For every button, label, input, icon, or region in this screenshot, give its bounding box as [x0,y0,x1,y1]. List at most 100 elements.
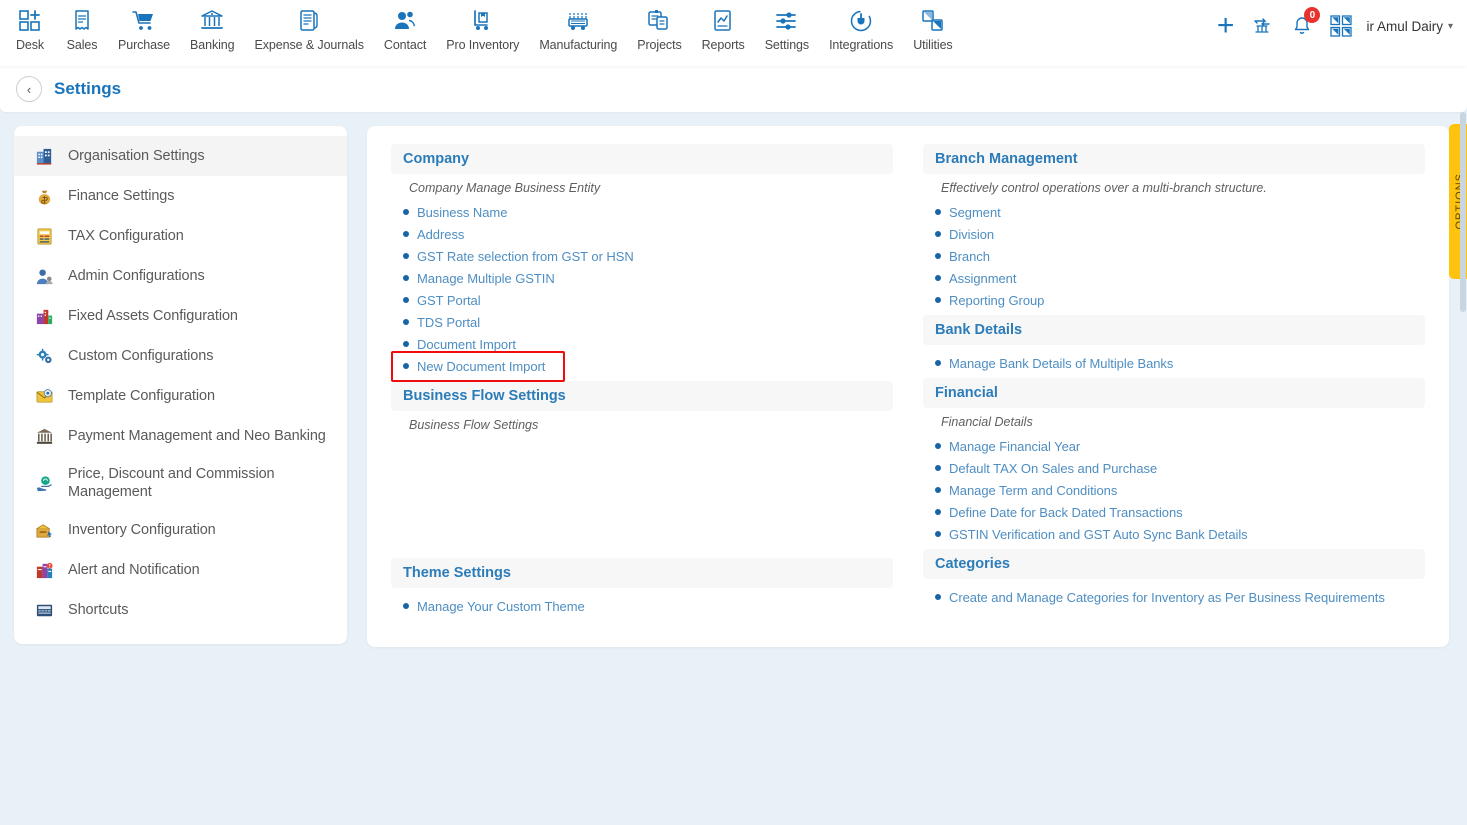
bank-transfer-button[interactable] [1250,14,1274,38]
gears-icon [34,346,54,366]
top-navigation-bar: Desk Sales Purchase Banking Expense & Journa… [0,0,1467,66]
receipt-icon [69,7,95,35]
settings-link[interactable]: Create and Manage Categories for Invento… [935,586,1425,608]
settings-link[interactable]: Manage Financial Year [935,435,1425,457]
page-title: Settings [54,79,122,98]
factory-machine-icon [565,7,591,35]
settings-section-business-flow-settings: Business Flow Settings Business Flow Sett… [391,381,893,554]
nav-item-expense-journals[interactable]: Expense & Journals [245,0,374,52]
settings-link[interactable]: Manage Your Custom Theme [403,595,893,617]
sidebar-item-organisation-settings[interactable]: Organisation Settings [14,136,347,176]
nav-item-projects[interactable]: Projects [627,0,691,52]
sidebar-item-label: Finance Settings [68,187,175,204]
bank-classical-icon [36,428,52,444]
nav-item-label: Integrations [829,38,894,52]
content-left-column: Company Company Manage Business Entity Bus… [391,144,893,621]
add-button[interactable]: + [1217,11,1235,41]
sidebar-item-tax-configuration[interactable]: TAX Configuration [14,216,347,256]
sidebar-item-payment-management-and-neo-banking[interactable]: Payment Management and Neo Banking [14,416,347,456]
shortcuts-keyboard-icon [34,600,54,620]
settings-link[interactable]: TDS Portal [403,311,893,333]
settings-link-label: GST Portal [417,292,481,308]
settings-link[interactable]: Address [403,223,893,245]
sidebar-item-finance-settings[interactable]: Finance Settings [14,176,347,216]
organisation-building-icon [34,146,54,166]
settings-link[interactable]: Manage Term and Conditions [935,479,1425,501]
settings-link-label: Reporting Group [949,292,1045,308]
settings-link-label: Division [949,226,995,242]
nav-item-pro-inventory[interactable]: Pro Inventory [436,0,529,52]
notifications-button[interactable]: 0 [1290,7,1321,38]
settings-link-label: GST Rate selection from GST or HSN [417,248,634,264]
settings-link[interactable]: Business Name [403,201,893,223]
organisation-switcher[interactable]: ir Amul Dairy ▾ [1366,19,1453,34]
nav-item-sales[interactable]: Sales [56,0,108,52]
scrollbar-thumb[interactable] [1460,112,1466,312]
section-subtitle: Effectively control operations over a mu… [941,181,1267,195]
sidebar-item-shortcuts[interactable]: Shortcuts [14,590,347,630]
nav-item-utilities[interactable]: Utilities [903,0,962,52]
settings-link[interactable]: Reporting Group [935,289,1425,311]
settings-section-categories: Categories Create and Manage Categories f… [923,549,1425,608]
bullet-icon [403,253,409,259]
nav-item-reports[interactable]: Reports [692,0,755,52]
nav-item-manufacturing[interactable]: Manufacturing [529,0,627,52]
settings-link-label: Assignment [949,270,1017,286]
settings-section-financial: Financial Financial Details Manage Financi… [923,378,1425,545]
apps-grid-button[interactable] [1330,15,1353,37]
sidebar-item-inventory-configuration[interactable]: Inventory Configuration [14,510,347,550]
back-button[interactable]: ‹ [16,76,42,102]
utilities-shapes-icon [922,10,943,31]
section-link-list: Manage Your Custom Theme [391,595,893,617]
page-scrollbar[interactable] [1459,112,1467,825]
settings-link[interactable]: GSTIN Verification and GST Auto Sync Ban… [935,523,1425,545]
sidebar-item-admin-configurations[interactable]: Admin Configurations [14,256,347,296]
settings-link[interactable]: GST Portal [403,289,893,311]
nav-item-purchase[interactable]: Purchase [108,0,180,52]
nav-item-integrations[interactable]: Integrations [819,0,903,52]
nav-item-desk[interactable]: Desk [4,0,56,52]
settings-link[interactable]: Document Import [403,333,893,355]
settings-link-label: Create and Manage Categories for Invento… [949,589,1385,605]
bullet-icon [403,363,409,369]
bullet-icon [935,594,941,600]
settings-link-label: Define Date for Back Dated Transactions [949,504,1183,520]
settings-link[interactable]: Manage Multiple GSTIN [403,267,893,289]
settings-link[interactable]: Manage Bank Details of Multiple Banks [935,352,1425,374]
sliders-icon [774,7,800,35]
settings-link[interactable]: Segment [935,201,1425,223]
report-chart-icon [714,10,731,31]
plug-power-icon [850,10,872,32]
people-icon [395,11,415,29]
settings-link[interactable]: GST Rate selection from GST or HSN [403,245,893,267]
settings-link[interactable]: Division [935,223,1425,245]
nav-item-label: Manufacturing [539,38,618,52]
nav-item-contact[interactable]: Contact [374,0,436,52]
template-envelope-icon [36,388,52,403]
people-icon [392,7,418,35]
sidebar-item-price-discount-and-commission-management[interactable]: Price, Discount and Commission Managemen… [14,456,347,510]
settings-link[interactable]: Assignment [935,267,1425,289]
settings-link[interactable]: New Document Import [391,351,893,382]
settings-section-company: Company Company Manage Business Entity Bus… [391,144,893,382]
content-right-column: Branch Management Effectively control ope… [923,144,1425,621]
settings-link[interactable]: Branch [935,245,1425,267]
nav-item-banking[interactable]: Banking [180,0,244,52]
sidebar-item-custom-configurations[interactable]: Custom Configurations [14,336,347,376]
section-title: Financial [923,378,1425,408]
notification-count-badge: 0 [1304,7,1321,23]
settings-link[interactable]: Define Date for Back Dated Transactions [935,501,1425,523]
shopping-cart-icon [132,11,153,30]
nav-item-label: Banking [190,38,235,52]
bank-building-icon [201,10,224,29]
sidebar-item-template-configuration[interactable]: Template Configuration [14,376,347,416]
bullet-icon [403,231,409,237]
settings-link-label: Default TAX On Sales and Purchase [949,460,1158,476]
bank-classical-icon [34,426,54,446]
settings-link[interactable]: Default TAX On Sales and Purchase [935,457,1425,479]
nav-item-settings[interactable]: Settings [755,0,819,52]
tax-document-icon [34,226,54,246]
sidebar-item-fixed-assets-configuration[interactable]: Fixed Assets Configuration [14,296,347,336]
sidebar-item-alert-and-notification[interactable]: Alert and Notification [14,550,347,590]
bullet-icon [935,443,941,449]
